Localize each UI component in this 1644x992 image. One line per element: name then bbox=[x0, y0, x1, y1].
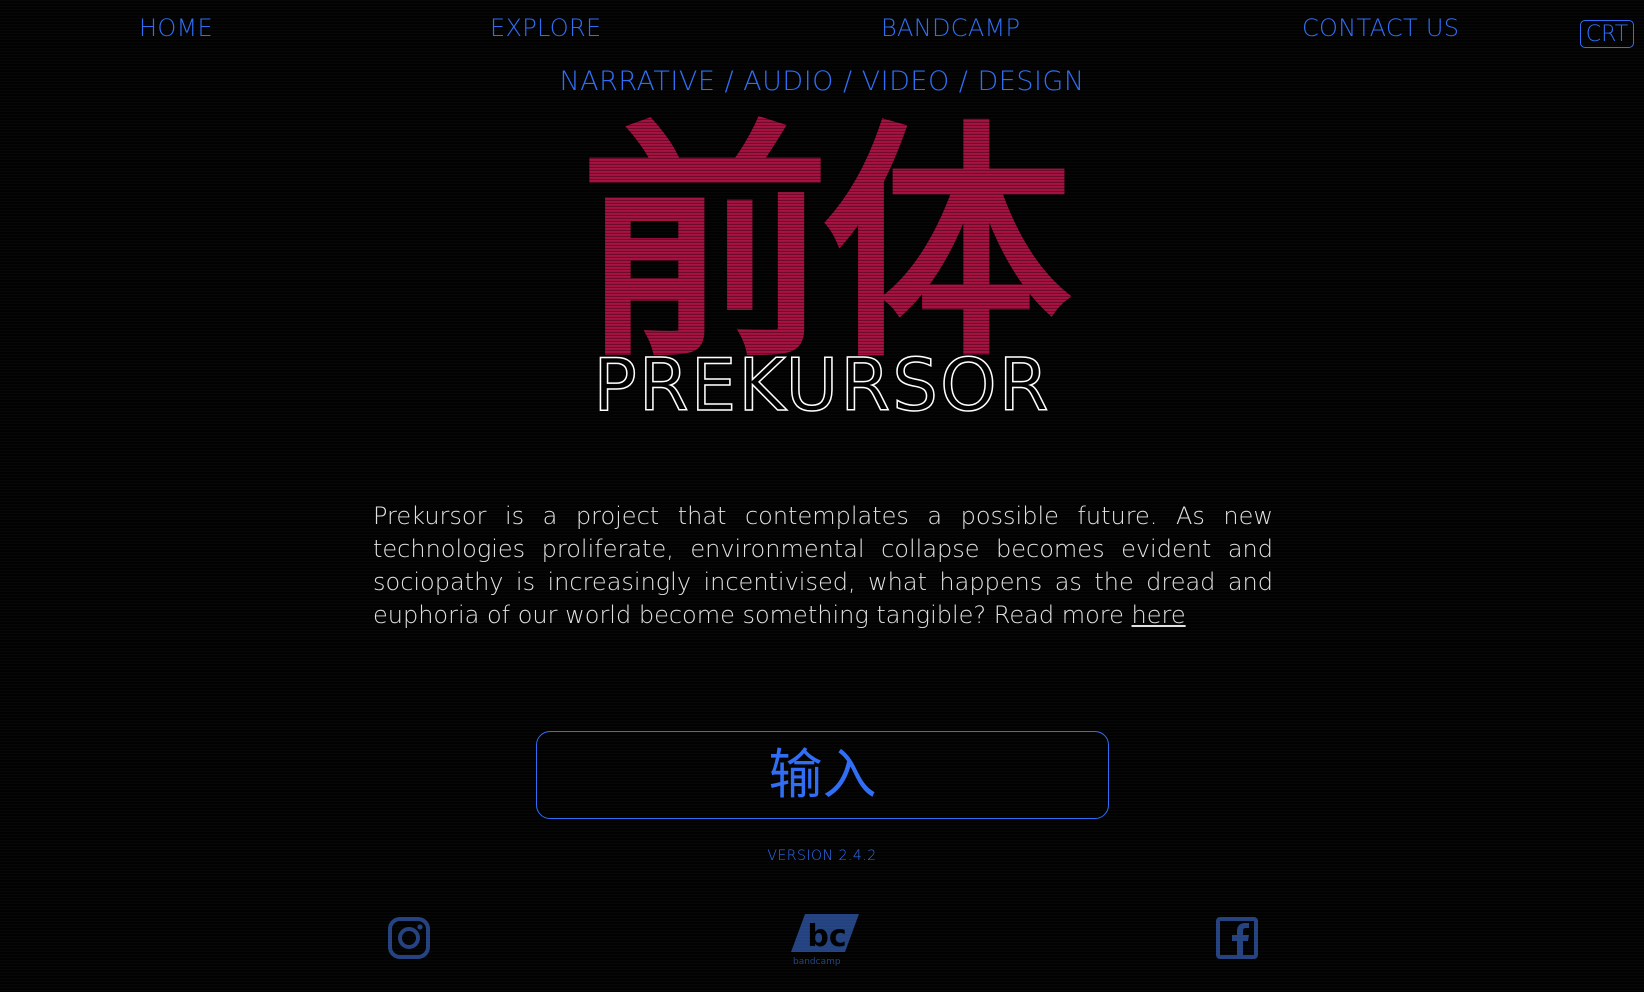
project-description: Prekursor is a project that contemplates… bbox=[373, 500, 1273, 632]
bandcamp-wordmark: bandcamp bbox=[793, 957, 841, 967]
nav-home-link[interactable]: HOME bbox=[139, 14, 213, 42]
instagram-icon bbox=[388, 917, 430, 959]
version-label: VERSION 2.4.2 bbox=[767, 848, 877, 864]
enter-button[interactable]: 输入 bbox=[536, 731, 1109, 819]
nav-explore-link[interactable]: EXPLORE bbox=[490, 14, 601, 42]
crt-toggle-button[interactable]: CRT bbox=[1580, 20, 1634, 48]
nav-contact-link[interactable]: CONTACT US bbox=[1302, 14, 1459, 42]
top-nav: HOME EXPLORE BANDCAMP CONTACT US CRT bbox=[0, 10, 1644, 50]
facebook-icon bbox=[1216, 917, 1258, 959]
nav-bandcamp-link[interactable]: BANDCAMP bbox=[881, 14, 1020, 42]
bandcamp-mark: bc bbox=[807, 919, 846, 954]
instagram-link[interactable] bbox=[387, 916, 431, 960]
facebook-link[interactable] bbox=[1215, 916, 1259, 960]
read-more-link[interactable]: here bbox=[1132, 601, 1186, 629]
tagline: NARRATIVE / AUDIO / VIDEO / DESIGN bbox=[559, 66, 1085, 97]
bandcamp-logo: bc bandcamp bbox=[791, 914, 859, 967]
bandcamp-link[interactable]: bc bandcamp bbox=[791, 912, 861, 968]
hero-title: PREKURSOR bbox=[593, 343, 1051, 427]
